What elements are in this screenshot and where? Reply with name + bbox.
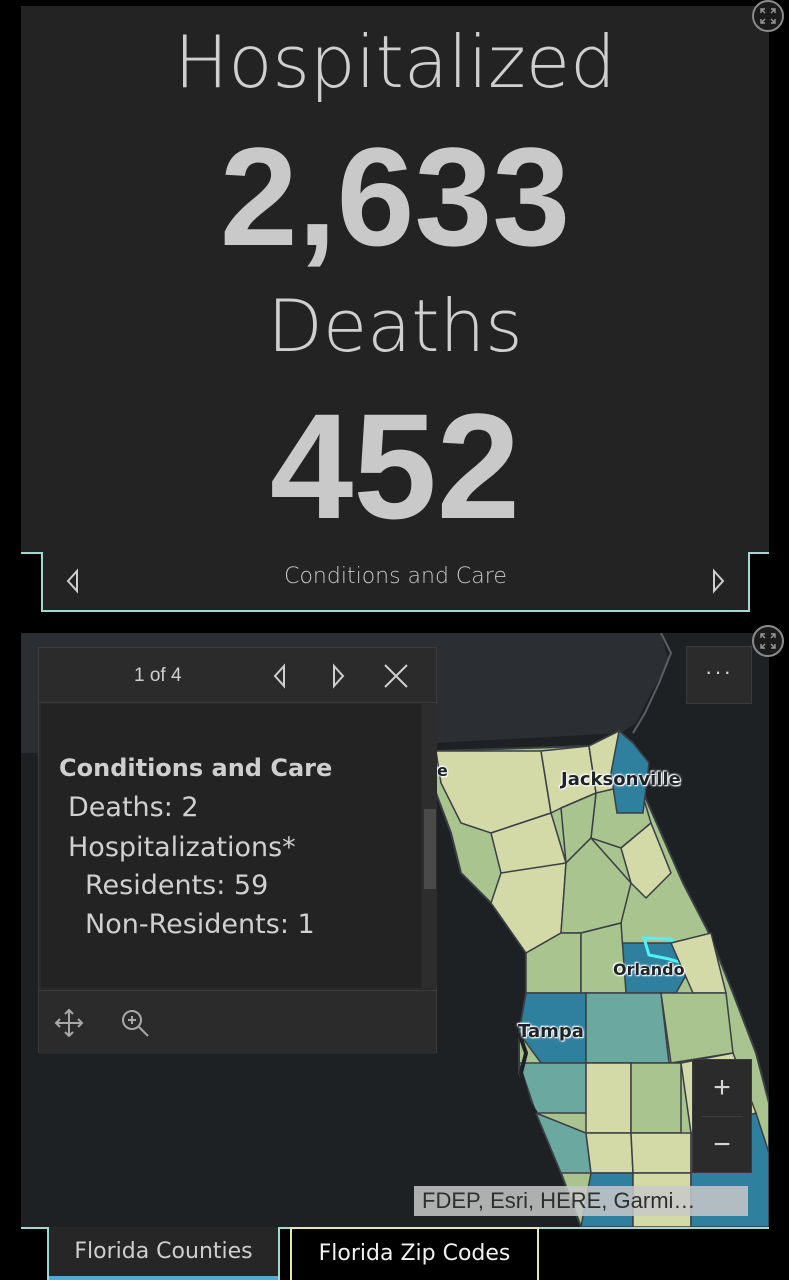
map-attribution[interactable]: FDEP, Esri, HERE, Garmi…: [414, 1186, 748, 1216]
feature-popup: 1 of 4 Conditions and Care Deaths: 2 Hos…: [38, 647, 437, 1054]
pan-icon[interactable]: [53, 1007, 85, 1039]
stats-panel: Hospitalized 2,633 Deaths 452: [21, 6, 769, 552]
stats-tab-title: Conditions and Care: [284, 564, 507, 589]
city-label-tampa: Tampa: [518, 1021, 584, 1042]
popup-scrollbar[interactable]: [423, 704, 437, 988]
popup-line-non-residents: Non-Residents: 1: [85, 909, 315, 940]
prev-icon[interactable]: [265, 661, 295, 691]
city-label-partial: e: [437, 761, 448, 780]
popup-line-deaths: Deaths: 2: [68, 792, 199, 823]
zoom-controls: + −: [692, 1059, 752, 1173]
popup-heading: Conditions and Care: [59, 754, 333, 782]
tab-florida-zip-codes[interactable]: Florida Zip Codes: [290, 1227, 539, 1280]
zoom-out-button[interactable]: −: [693, 1117, 751, 1173]
bottom-tab-bar: Florida Counties Florida Zip Codes: [0, 1227, 789, 1280]
popup-page-count: 1 of 4: [134, 665, 182, 686]
city-label-orlando: Orlando: [613, 960, 685, 979]
expand-icon[interactable]: [752, 625, 784, 657]
popup-body[interactable]: Conditions and Care Deaths: 2 Hospitaliz…: [41, 704, 421, 988]
deaths-label: Deaths: [267, 284, 523, 368]
deaths-value: 452: [269, 382, 521, 550]
zoom-in-button[interactable]: +: [693, 1060, 751, 1116]
popup-footer: [39, 990, 436, 1054]
city-label-jacksonville: Jacksonville: [561, 769, 681, 790]
tab-florida-zip-codes-label: Florida Zip Codes: [318, 1241, 511, 1266]
popup-line-residents: Residents: 59: [85, 870, 269, 901]
more-options-button[interactable]: ···: [686, 646, 752, 704]
map-panel[interactable]: Jacksonville Orlando Tampa e ··· + − FDE…: [21, 633, 769, 1227]
popup-line-hospitalizations: Hospitalizations*: [68, 832, 296, 863]
tab-florida-counties[interactable]: Florida Counties: [47, 1227, 280, 1280]
expand-icon[interactable]: [752, 0, 784, 32]
tab-florida-counties-label: Florida Counties: [74, 1239, 253, 1264]
hospitalized-label: Hospitalized: [174, 20, 616, 104]
stats-tab-bar: Conditions and Care: [21, 552, 769, 612]
tab-conditions-and-care[interactable]: Conditions and Care: [41, 552, 750, 612]
close-icon[interactable]: [381, 661, 411, 691]
hospitalized-value: 2,633: [219, 118, 571, 275]
zoom-to-icon[interactable]: [119, 1007, 151, 1039]
triangle-right-icon[interactable]: [708, 568, 728, 594]
popup-header: 1 of 4: [39, 648, 436, 703]
next-icon[interactable]: [323, 661, 353, 691]
